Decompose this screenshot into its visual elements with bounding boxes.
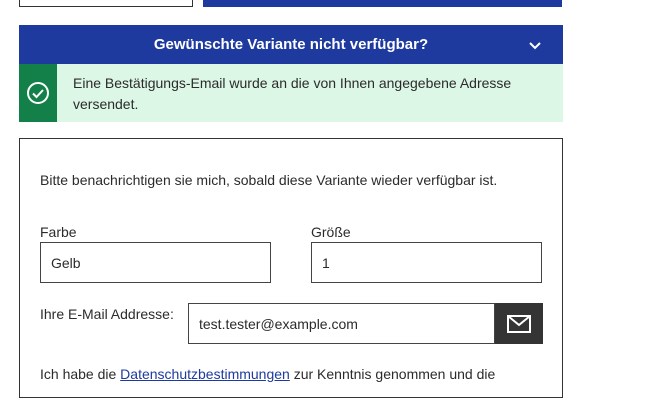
chevron-down-icon	[529, 42, 541, 50]
add-to-cart-button-partial[interactable]	[203, 0, 562, 7]
success-alert: Eine Bestätigungs-Email wurde an die von…	[19, 64, 563, 122]
size-field[interactable]: 1	[311, 242, 542, 283]
privacy-consent-text: Ich habe die Datenschutzbestimmungen zur…	[40, 366, 495, 382]
form-intro-text: Bitte benachrichtigen sie mich, sobald d…	[40, 172, 498, 188]
privacy-prefix: Ich habe die	[40, 366, 121, 382]
variant-unavailable-toggle[interactable]: Gewünschte Variante nicht verfügbar?	[19, 25, 563, 64]
email-field[interactable]: test.tester@example.com	[188, 303, 495, 344]
alert-message: Eine Bestätigungs-Email wurde an die von…	[73, 75, 512, 112]
notify-form-panel: Bitte benachrichtigen sie mich, sobald d…	[19, 138, 563, 398]
variant-select-partial[interactable]	[19, 0, 193, 7]
mail-icon	[507, 314, 531, 333]
email-label: Ihre E-Mail Addresse:	[40, 306, 174, 322]
check-circle-icon	[27, 82, 49, 104]
privacy-policy-link[interactable]: Datenschutzbestimmungen	[120, 366, 290, 382]
color-field[interactable]: Gelb	[40, 242, 271, 283]
privacy-suffix: zur Kenntnis genommen und die	[289, 366, 496, 382]
variant-unavailable-title: Gewünschte Variante nicht verfügbar?	[153, 36, 429, 53]
submit-notify-button[interactable]	[495, 303, 543, 344]
size-label: Größe	[311, 224, 351, 240]
alert-icon-box	[19, 64, 57, 122]
color-label: Farbe	[40, 224, 77, 240]
